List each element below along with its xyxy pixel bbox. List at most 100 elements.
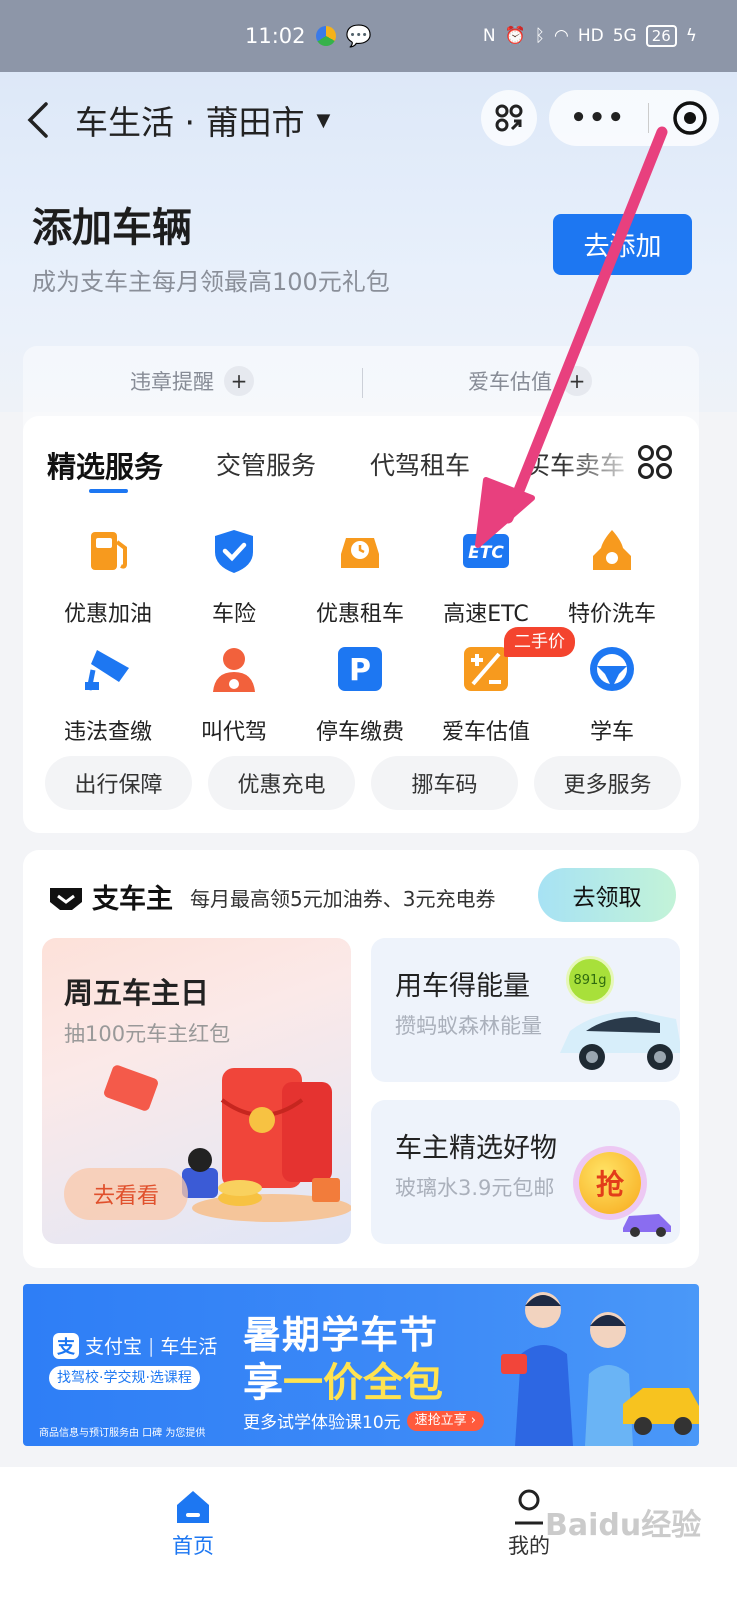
service-label: 学车 (589, 720, 634, 745)
etc-icon: ETC (463, 534, 509, 568)
banner-people-illustration (501, 1292, 699, 1446)
close-miniapp-icon[interactable] (672, 100, 708, 136)
alipay-icon: 支 (53, 1332, 79, 1359)
driver-icon (213, 648, 255, 692)
service-label: 违法查缴 (63, 720, 152, 745)
service-tabs: 精选服务 交管服务 代驾租车 买车卖车 (23, 416, 699, 494)
pill-travel-protection[interactable]: 出行保障 (45, 756, 192, 810)
bluetooth-icon: ᛒ (534, 26, 545, 46)
tab-fade (563, 436, 643, 486)
wifi-icon: ◠ (553, 26, 569, 46)
svg-text:P: P (349, 653, 371, 688)
fuel-pump-icon (91, 532, 127, 570)
divider (362, 368, 363, 398)
toy-car-icon (623, 1214, 671, 1237)
service-label: 优惠加油 (63, 602, 152, 627)
service-label: 优惠租车 (315, 602, 404, 627)
service-label: 爱车估值 (441, 720, 530, 745)
service-parking[interactable]: P 停车缴费 (297, 644, 423, 746)
car-owner-card: 支车主 每月最高领5元加油券、3元充电券 去领取 周五车主日 抽100元车主红包… (23, 850, 699, 1268)
steering-wheel-icon (590, 647, 634, 691)
banner-cta-button[interactable]: 速抢立享 › (406, 1410, 484, 1431)
pill-more-services[interactable]: 更多服务 (534, 756, 681, 810)
tab-mine[interactable]: 我的 (508, 1487, 550, 1560)
banner-cta-text: 更多试学体验课10元 (243, 1413, 401, 1433)
car-owner-brand-icon (50, 887, 82, 910)
more-button[interactable]: ••• (570, 103, 626, 133)
tab-mine-label: 我的 (508, 1534, 550, 1558)
service-label: 停车缴费 (315, 720, 404, 745)
energy-card[interactable]: 用车得能量 攒蚂蚁森林能量 891g (371, 938, 680, 1082)
service-fuel[interactable]: 优惠加油 (45, 526, 171, 628)
alarm-icon: ⏰ (504, 26, 526, 46)
service-learn-driving[interactable]: 学车 (549, 644, 675, 746)
banner-footer: 商品信息与预订服务由 口碑 为您提供 (39, 1428, 206, 1439)
service-insurance[interactable]: 车险 (171, 526, 297, 628)
service-etc[interactable]: ETC 高速ETC (423, 526, 549, 628)
service-violation[interactable]: 违法查缴 (45, 644, 171, 746)
service-rental[interactable]: 优惠租车 (297, 526, 423, 628)
all-categories-icon[interactable] (637, 444, 673, 480)
banner-logo: 支 支付宝 | 车生活 (53, 1332, 217, 1359)
banner-subtitle-pre: 享 (243, 1360, 283, 1406)
car-owner-desc: 每月最高领5元加油券、3元充电券 (190, 887, 496, 911)
pill-move-car-code[interactable]: 挪车码 (371, 756, 518, 810)
capsule-divider (648, 103, 650, 133)
hd-icon: HD (577, 26, 604, 46)
summer-driving-banner[interactable]: 支 支付宝 | 车生活 找驾校·学交规·选课程 商品信息与预订服务由 口碑 为您… (23, 1284, 699, 1446)
claim-button[interactable]: 去领取 (538, 868, 676, 922)
goods-card[interactable]: 车主精选好物 玻璃水3.9元包邮 抢 (371, 1100, 680, 1244)
service-driver[interactable]: 叫代驾 (171, 644, 297, 746)
car-illustration (560, 1011, 680, 1070)
service-valuation[interactable]: 爱车估值 (423, 644, 549, 746)
user-icon (515, 1489, 543, 1525)
nav-bar: 车生活 · 莆田市 ▼ ••• (0, 72, 737, 167)
svg-text:ETC: ETC (468, 543, 504, 563)
scan-icon (495, 104, 523, 132)
red-envelope-illustration (182, 1068, 351, 1222)
floating-envelope-icon (104, 1065, 158, 1111)
pill-charging[interactable]: 优惠充电 (208, 756, 355, 810)
energy-subtitle: 攒蚂蚁森林能量 (395, 1014, 542, 1038)
add-vehicle-button[interactable]: 去添加 (553, 214, 692, 275)
banner-tag: 找驾校·学交规·选课程 (49, 1366, 200, 1390)
tab-traffic[interactable]: 交管服务 (216, 446, 316, 482)
banner-cta: 更多试学体验课10元 速抢立享 › (243, 1408, 484, 1433)
city-selector[interactable]: 车生活 · 莆田市 ▼ (75, 96, 330, 144)
baidu-watermark: Baidu经验 (545, 1508, 702, 1543)
battery-level: 26 (651, 27, 671, 45)
car-wash-icon (593, 530, 631, 570)
tab-home-label: 首页 (172, 1534, 214, 1558)
goods-title: 车主精选好物 (395, 1133, 557, 1164)
shield-check-icon (215, 530, 253, 573)
wechat-icon: 💬 (345, 23, 372, 48)
scan-button[interactable] (481, 90, 537, 146)
goods-subtitle: 玻璃水3.9元包邮 (395, 1176, 555, 1200)
plus-icon: + (224, 366, 254, 396)
app-notification-icon (315, 26, 336, 46)
capsule-menu: ••• (549, 90, 719, 146)
service-label: 高速ETC (443, 602, 529, 627)
plus-icon: + (562, 366, 592, 396)
home-icon (177, 1491, 209, 1523)
back-icon[interactable] (26, 100, 50, 140)
service-carwash[interactable]: 特价洗车 (549, 526, 675, 628)
tab-featured[interactable]: 精选服务 (47, 444, 163, 486)
tab-driver-rental[interactable]: 代驾租车 (370, 446, 470, 482)
nfc-icon: N (482, 26, 496, 46)
friday-owner-day-card[interactable]: 周五车主日 抽100元车主红包 去看看 (42, 938, 351, 1244)
status-time: 11:02 (245, 24, 306, 48)
page-title: 车生活 · 莆田市 (75, 103, 305, 142)
banner-subtitle-highlight: 一价全包 (283, 1360, 443, 1406)
car-owner-logo: 支车主 (46, 877, 173, 916)
dropdown-arrow-icon: ▼ (316, 109, 331, 131)
banner-subtitle: 享一价全包 (243, 1350, 443, 1408)
service-label: 特价洗车 (567, 602, 656, 627)
friday-go-button[interactable]: 去看看 (64, 1168, 188, 1220)
network-label: 5G (612, 26, 637, 46)
battery-icon: 26 (645, 25, 677, 47)
status-bar: 11:02 💬 N ⏰ ᛒ ◠ HD 5G 26 ϟ (0, 0, 737, 72)
services-card: 精选服务 交管服务 代驾租车 买车卖车 优惠加油 车险 优惠租车 ETC 高速E… (23, 416, 699, 833)
service-label: 车险 (211, 602, 256, 627)
tab-home[interactable]: 首页 (172, 1487, 214, 1560)
